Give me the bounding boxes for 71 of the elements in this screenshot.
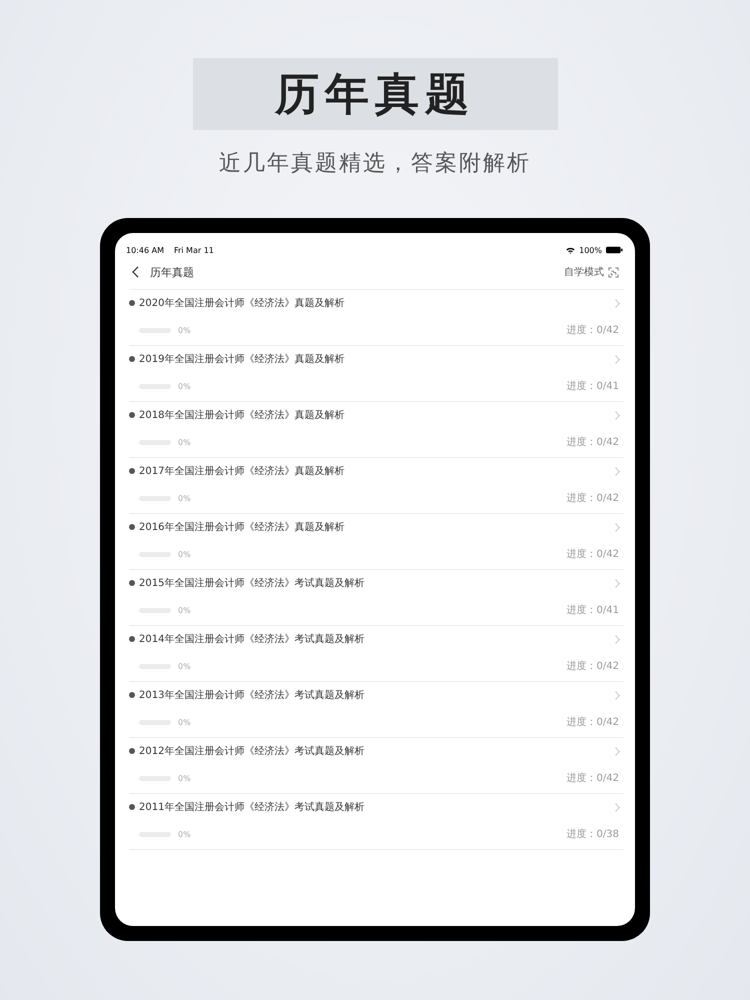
bullet-dot <box>129 412 135 418</box>
chevron-right-icon <box>615 634 620 644</box>
exam-list-item[interactable]: 2016年全国注册会计师《经济法》真题及解析 0% 进度：0/42 <box>129 514 624 570</box>
bullet-dot <box>129 748 135 754</box>
exam-list-item[interactable]: 2011年全国注册会计师《经济法》考试真题及解析 0% 进度：0/38 <box>129 794 624 850</box>
chevron-right-icon <box>615 410 620 420</box>
progress-count: 进度：0/41 <box>566 380 619 393</box>
chevron-right-icon <box>615 466 620 476</box>
battery-percent: 100% <box>579 246 602 254</box>
exam-title: 2014年全国注册会计师《经济法》考试真题及解析 <box>139 632 364 646</box>
progress-percent: 0% <box>178 494 191 502</box>
exam-title: 2019年全国注册会计师《经济法》真题及解析 <box>139 352 344 366</box>
exam-title: 2018年全国注册会计师《经济法》真题及解析 <box>139 408 344 422</box>
progress-count: 进度：0/42 <box>566 436 619 449</box>
progress-count: 进度：0/42 <box>566 548 619 561</box>
mode-switch-icon[interactable] <box>608 266 619 278</box>
progress-count: 进度：0/42 <box>566 716 619 729</box>
headline: 历年真题 <box>275 68 475 122</box>
progress-percent: 0% <box>178 774 191 782</box>
back-icon[interactable] <box>132 266 139 278</box>
progress-count: 进度：0/38 <box>566 828 619 841</box>
status-time: 10:46 AM <box>126 246 164 254</box>
chevron-right-icon <box>615 354 620 364</box>
exam-title: 2011年全国注册会计师《经济法》考试真题及解析 <box>139 800 364 814</box>
progress-percent: 0% <box>178 438 191 446</box>
chevron-right-icon <box>615 522 620 532</box>
bullet-dot <box>129 804 135 810</box>
chevron-right-icon <box>615 298 620 308</box>
bullet-dot <box>129 356 135 362</box>
page-title: 历年真题 <box>150 264 194 280</box>
exam-title: 2017年全国注册会计师《经济法》真题及解析 <box>139 464 344 478</box>
exam-list-item[interactable]: 2015年全国注册会计师《经济法》考试真题及解析 0% 进度：0/41 <box>129 570 624 626</box>
bullet-dot <box>129 524 135 530</box>
progress-percent: 0% <box>178 382 191 390</box>
wifi-icon <box>566 246 576 254</box>
exam-title: 2012年全国注册会计师《经济法》考试真题及解析 <box>139 744 364 758</box>
exam-title: 2016年全国注册会计师《经济法》真题及解析 <box>139 520 344 534</box>
study-mode-button[interactable]: 自学模式 <box>564 265 604 279</box>
exam-title: 2015年全国注册会计师《经济法》考试真题及解析 <box>139 576 364 590</box>
progress-percent: 0% <box>178 718 191 726</box>
bullet-dot <box>129 692 135 698</box>
chevron-right-icon <box>615 690 620 700</box>
chevron-right-icon <box>615 578 620 588</box>
progress-percent: 0% <box>178 606 191 614</box>
exam-list-item[interactable]: 2019年全国注册会计师《经济法》真题及解析 0% 进度：0/41 <box>129 346 624 402</box>
exam-title: 2020年全国注册会计师《经济法》真题及解析 <box>139 296 344 310</box>
progress-percent: 0% <box>178 662 191 670</box>
subtitle: 近几年真题精选，答案附解析 <box>219 150 531 178</box>
exam-list-item[interactable]: 2017年全国注册会计师《经济法》真题及解析 0% 进度：0/42 <box>129 458 624 514</box>
bullet-dot <box>129 636 135 642</box>
exam-list-item[interactable]: 2018年全国注册会计师《经济法》真题及解析 0% 进度：0/42 <box>129 402 624 458</box>
progress-count: 进度：0/42 <box>566 492 619 505</box>
exam-title: 2013年全国注册会计师《经济法》考试真题及解析 <box>139 688 364 702</box>
battery-icon <box>606 246 623 254</box>
bullet-dot <box>129 300 135 306</box>
progress-count: 进度：0/42 <box>566 324 619 337</box>
bullet-dot <box>129 580 135 586</box>
progress-percent: 0% <box>178 326 191 334</box>
progress-count: 进度：0/42 <box>566 772 619 785</box>
progress-percent: 0% <box>178 830 191 838</box>
exam-list-item[interactable]: 2020年全国注册会计师《经济法》真题及解析 0% 进度：0/42 <box>129 290 624 346</box>
exam-list-item[interactable]: 2012年全国注册会计师《经济法》考试真题及解析 0% 进度：0/42 <box>129 738 624 794</box>
exam-list-item[interactable]: 2013年全国注册会计师《经济法》考试真题及解析 0% 进度：0/42 <box>129 682 624 738</box>
chevron-right-icon <box>615 802 620 812</box>
status-date: Fri Mar 11 <box>174 246 214 254</box>
progress-percent: 0% <box>178 550 191 558</box>
bullet-dot <box>129 468 135 474</box>
progress-count: 进度：0/41 <box>566 604 619 617</box>
chevron-right-icon <box>615 746 620 756</box>
progress-count: 进度：0/42 <box>566 660 619 673</box>
exam-list-item[interactable]: 2014年全国注册会计师《经济法》考试真题及解析 0% 进度：0/42 <box>129 626 624 682</box>
